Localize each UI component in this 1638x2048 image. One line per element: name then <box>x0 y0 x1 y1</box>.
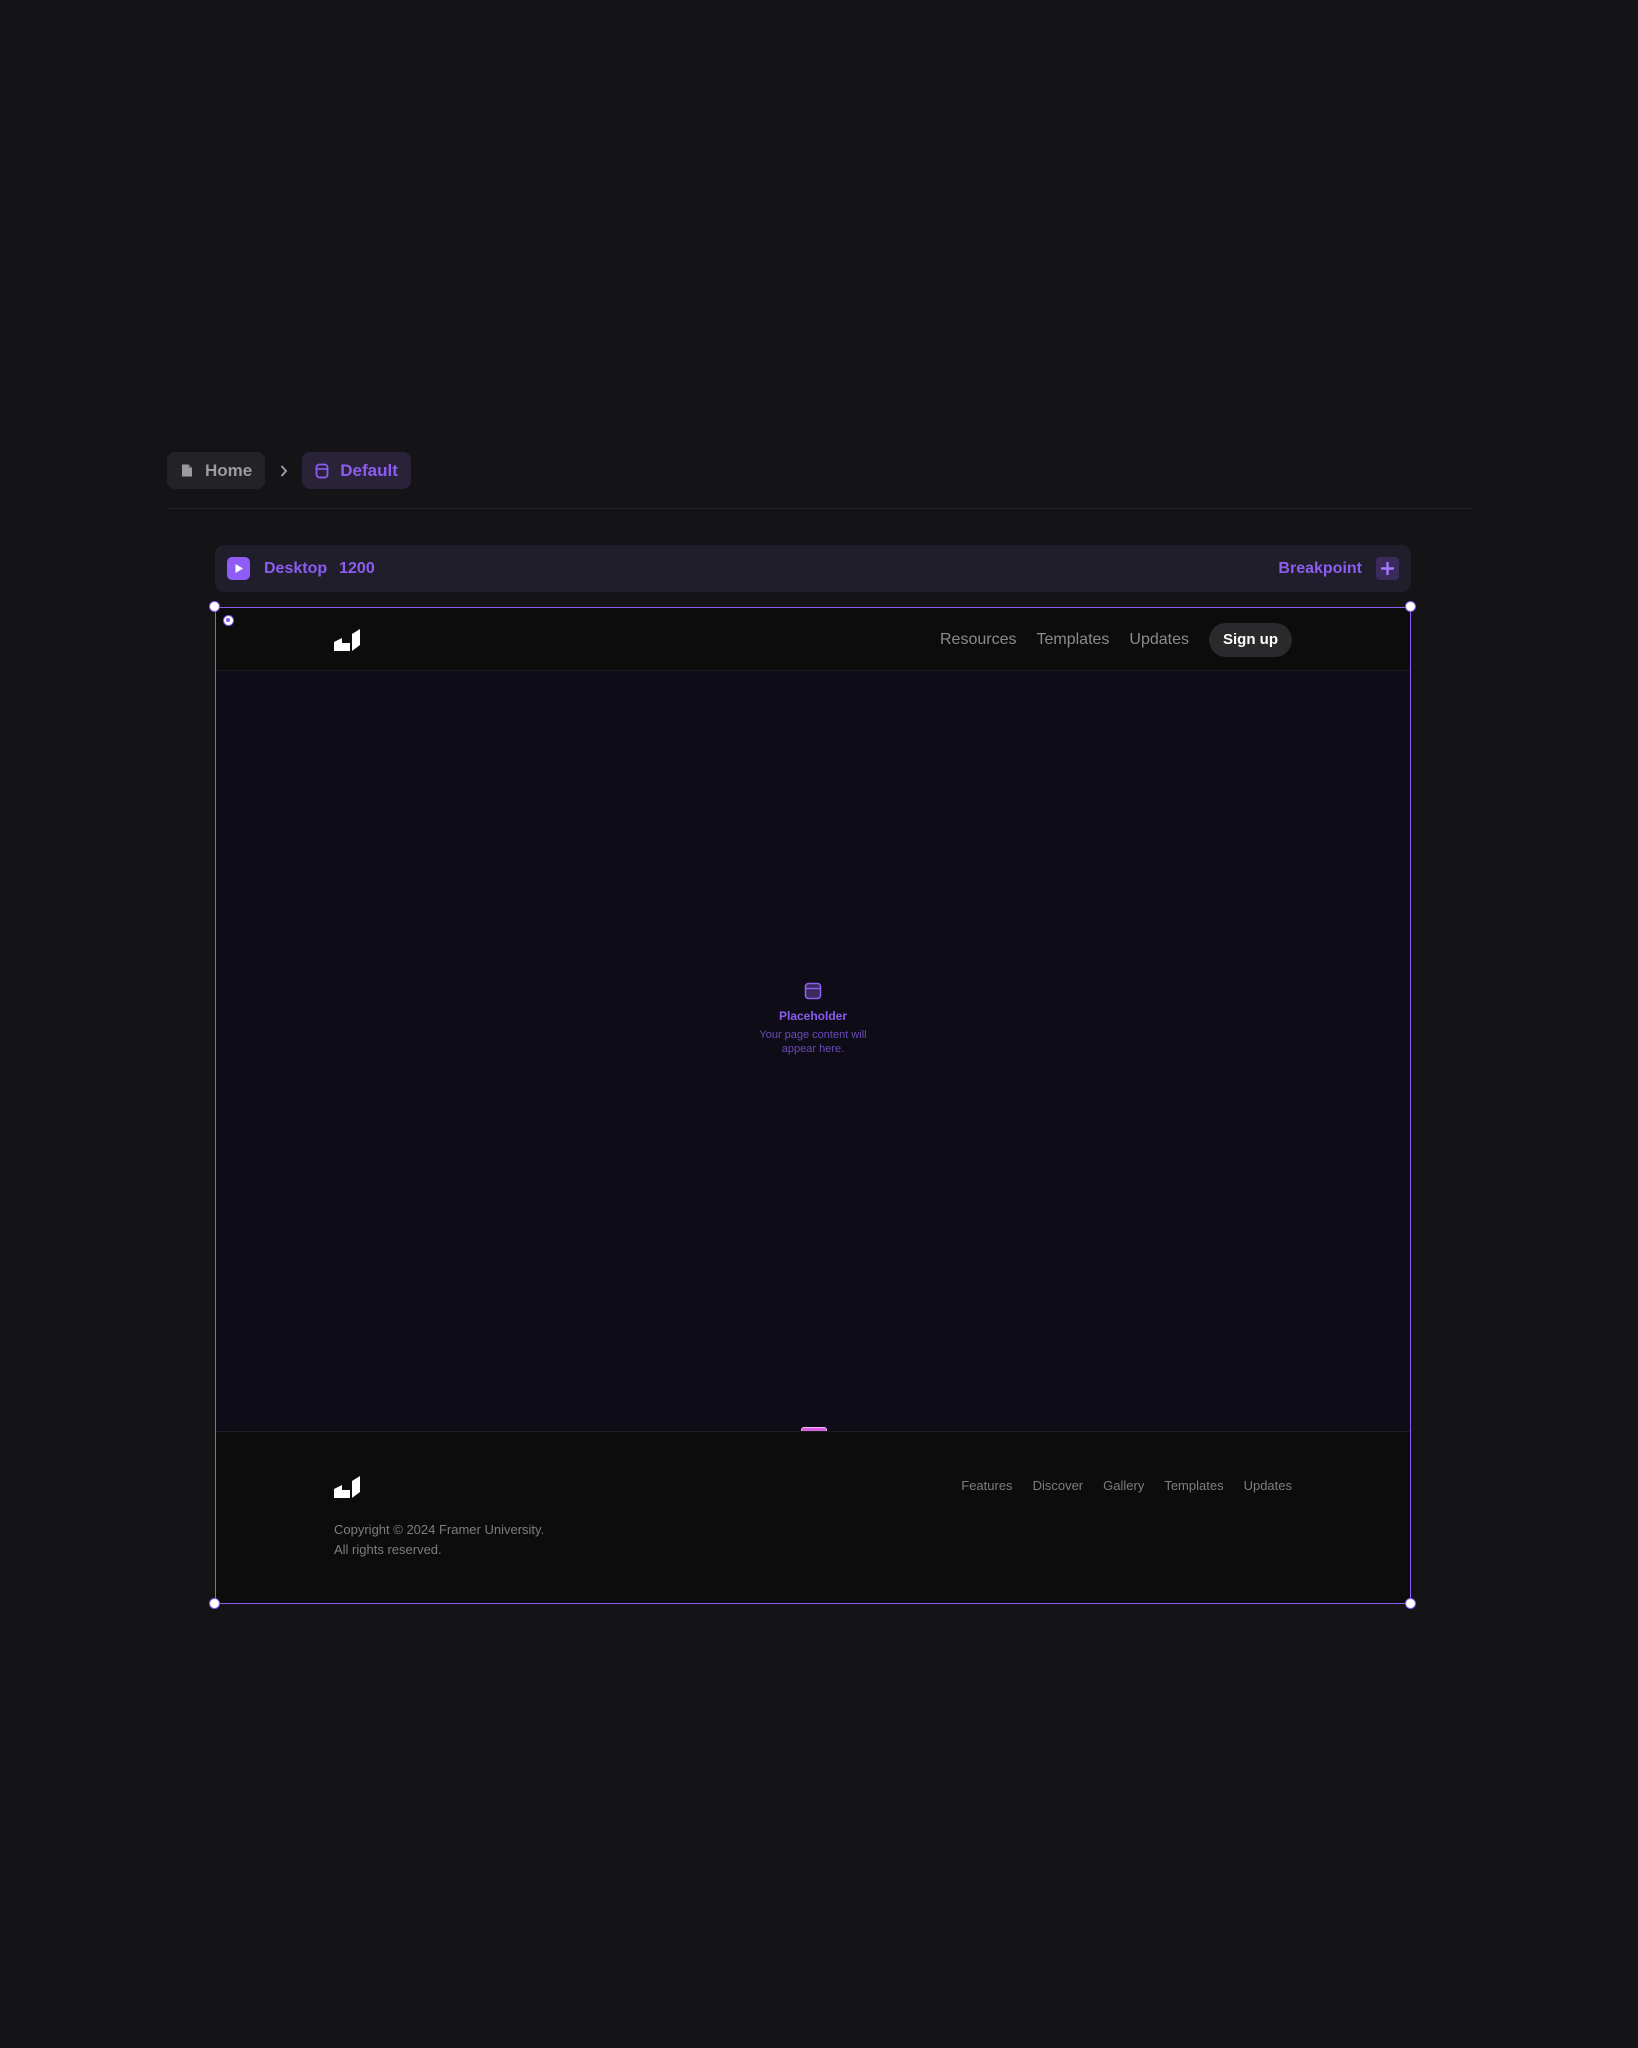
site-footer: Copyright © 2024 Framer University. All … <box>216 1431 1410 1603</box>
corner-handle-bottom-right[interactable] <box>1405 1598 1416 1609</box>
placeholder: Placeholder Your page content will appea… <box>216 982 1410 1056</box>
rights-text: All rights reserved. <box>334 1542 442 1557</box>
breadcrumb-home-label: Home <box>205 460 253 480</box>
logo-icon[interactable] <box>334 629 360 651</box>
placeholder-title: Placeholder <box>778 1009 848 1023</box>
signup-button[interactable]: Sign up <box>1209 622 1292 657</box>
footer-links: Features Discover Gallery Templates Upda… <box>941 1478 1292 1493</box>
breakpoint-bar: Desktop 1200 Breakpoint <box>215 545 1411 592</box>
divider <box>167 508 1471 509</box>
logo-icon[interactable] <box>334 1476 360 1498</box>
footer-link-features[interactable]: Features <box>961 1478 1012 1493</box>
corner-handle-top-left[interactable] <box>209 601 220 612</box>
nav-link-updates[interactable]: Updates <box>1129 631 1189 649</box>
chevron-right-icon <box>265 465 302 477</box>
breadcrumb: Home Default <box>167 452 411 489</box>
breakpoint-name: Desktop <box>264 559 328 577</box>
footer-link-templates[interactable]: Templates <box>1164 1478 1223 1493</box>
play-icon[interactable] <box>227 557 250 580</box>
site-navbar: Resources Templates Updates Sign up <box>216 608 1410 671</box>
template-icon <box>314 463 330 479</box>
placeholder-text: Your page content will appear here. <box>759 1029 867 1055</box>
breadcrumb-default[interactable]: Default <box>302 452 411 489</box>
placeholder-icon <box>804 982 822 1000</box>
footer-link-updates[interactable]: Updates <box>1244 1478 1292 1493</box>
footer-copyright: Copyright © 2024 Framer University. All … <box>334 1520 544 1560</box>
corner-handle-bottom-left[interactable] <box>209 1598 220 1609</box>
origin-handle[interactable] <box>223 615 234 626</box>
plus-icon[interactable] <box>1376 557 1399 580</box>
desktop-frame[interactable]: Resources Templates Updates Sign up Plac… <box>215 607 1411 1604</box>
breadcrumb-default-label: Default <box>340 460 398 480</box>
nav-link-templates[interactable]: Templates <box>1036 631 1109 649</box>
copyright-text: Copyright © 2024 Framer University. <box>334 1522 545 1537</box>
breakpoint-width: 1200 <box>339 559 375 577</box>
footer-link-gallery[interactable]: Gallery <box>1103 1478 1144 1493</box>
nav-links: Resources Templates Updates Sign up <box>920 608 1292 671</box>
footer-link-discover[interactable]: Discover <box>1033 1478 1084 1493</box>
nav-link-resources[interactable]: Resources <box>940 631 1016 649</box>
add-breakpoint-label[interactable]: Breakpoint <box>1278 560 1362 578</box>
page-icon <box>179 463 195 479</box>
corner-handle-top-right[interactable] <box>1405 601 1416 612</box>
breadcrumb-home[interactable]: Home <box>167 452 266 489</box>
